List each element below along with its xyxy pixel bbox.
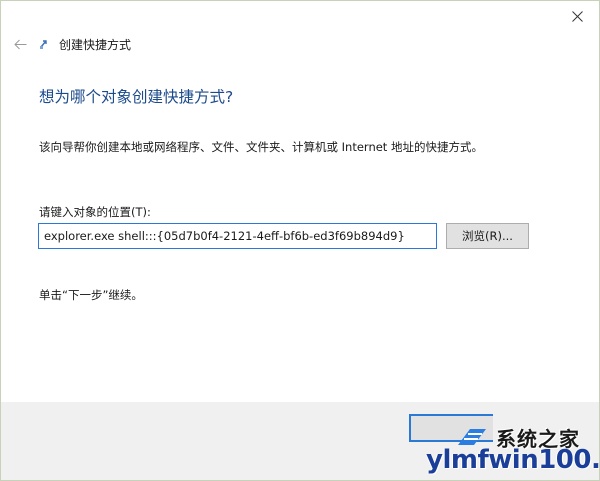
- window-title: 创建快捷方式: [59, 37, 132, 52]
- wizard-description: 该向导帮你创建本地或网络程序、文件、文件夹、计算机或 Internet 地址的快…: [39, 140, 483, 154]
- shortcut-wizard-icon: [37, 37, 51, 51]
- page-heading: 想为哪个对象创建快捷方式?: [39, 88, 234, 106]
- watermark-url: ylmfwin100.com: [426, 445, 600, 475]
- site-watermark: 系统之家 ylmfwin100.com: [426, 421, 599, 477]
- close-icon: [571, 10, 583, 22]
- close-button[interactable]: [555, 1, 599, 31]
- back-button[interactable]: [11, 35, 29, 53]
- back-arrow-icon: [13, 39, 26, 49]
- continue-hint: 单击“下一步”继续。: [39, 288, 143, 302]
- location-input[interactable]: [38, 223, 437, 249]
- browse-button[interactable]: 浏览(R)...: [446, 223, 529, 249]
- create-shortcut-window: 创建快捷方式 想为哪个对象创建快捷方式? 该向导帮你创建本地或网络程序、文件、文…: [0, 0, 600, 481]
- location-label: 请键入对象的位置(T):: [39, 205, 151, 219]
- wizard-header: 创建快捷方式: [11, 35, 131, 53]
